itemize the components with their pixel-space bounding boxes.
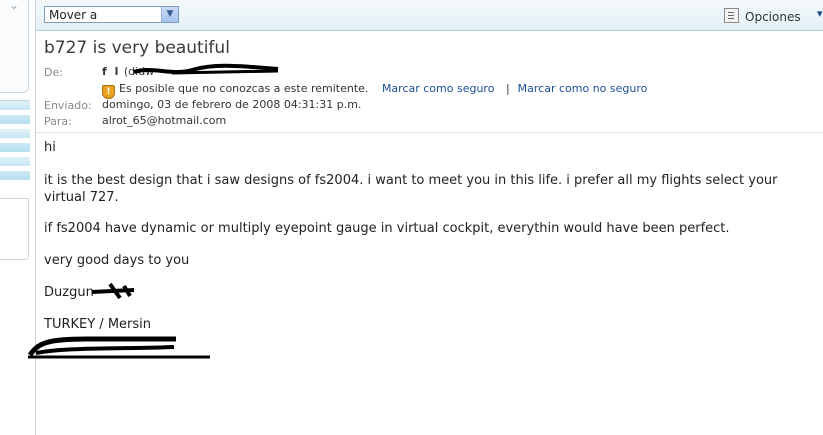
body-paragraph-1-line-2: virtual 727. (44, 190, 119, 205)
message-toolbar: Mover a ▼ Opciones ▾ (36, 0, 823, 31)
sidebar-item[interactable] (0, 143, 30, 152)
to-label: Para: (44, 115, 72, 128)
redaction-scribble (27, 336, 210, 359)
body-paragraph-1-line-1: it is the best design that i saw designs… (44, 173, 778, 188)
sidebar-item[interactable] (0, 115, 30, 124)
sidebar-item[interactable] (0, 129, 30, 138)
message-subject: b727 is very beautiful (44, 38, 230, 58)
header-divider (36, 132, 823, 133)
options-icon (724, 8, 739, 23)
sender-warning: ! Es posible que no conozcas a este remit… (102, 82, 647, 99)
chevron-down-icon[interactable]: ▾ (817, 7, 823, 20)
mark-safe-link[interactable]: Marcar como seguro (382, 82, 495, 95)
to-value[interactable]: alrot_65@hotmail.com (102, 114, 226, 127)
signature-name: Duzgun (44, 285, 94, 300)
chevron-down-icon[interactable]: ▼ (161, 7, 178, 22)
options-label: Opciones (745, 10, 801, 24)
sent-value: domingo, 03 de febrero de 2008 04:31:31 … (102, 98, 362, 111)
sidebar-panel-bottom (0, 198, 29, 260)
redaction-scribble (133, 63, 279, 75)
sidebar-item[interactable] (0, 171, 30, 180)
body-paragraph-2: if fs2004 have dynamic or multiply eyepo… (44, 221, 730, 236)
move-to-label: Mover a (49, 8, 98, 22)
warning-text: Es posible que no conozcas a este remite… (119, 82, 369, 95)
mark-unsafe-link[interactable]: Marcar como no seguro (518, 82, 648, 95)
signature-location: TURKEY / Mersin (44, 317, 151, 332)
body-greeting: hi (44, 140, 56, 155)
left-sidebar: ⌄ (0, 0, 36, 435)
sidebar-panel-top: ⌄ (0, 0, 29, 93)
sender-name[interactable]: f l (102, 65, 120, 78)
options-button[interactable]: Opciones (724, 8, 801, 24)
move-to-dropdown[interactable]: Mover a ▼ (44, 6, 179, 23)
sidebar-item[interactable] (0, 101, 30, 110)
sidebar-item[interactable] (0, 157, 30, 166)
sent-label: Enviado: (44, 99, 92, 112)
from-label: De: (44, 66, 63, 79)
redaction-scribble (91, 282, 135, 300)
chevron-down-icon[interactable]: ⌄ (9, 0, 19, 12)
warning-shield-icon: ! (102, 85, 115, 99)
body-paragraph-3: very good days to you (44, 253, 190, 268)
sidebar-folder-list (0, 100, 30, 197)
link-separator: | (505, 82, 510, 95)
